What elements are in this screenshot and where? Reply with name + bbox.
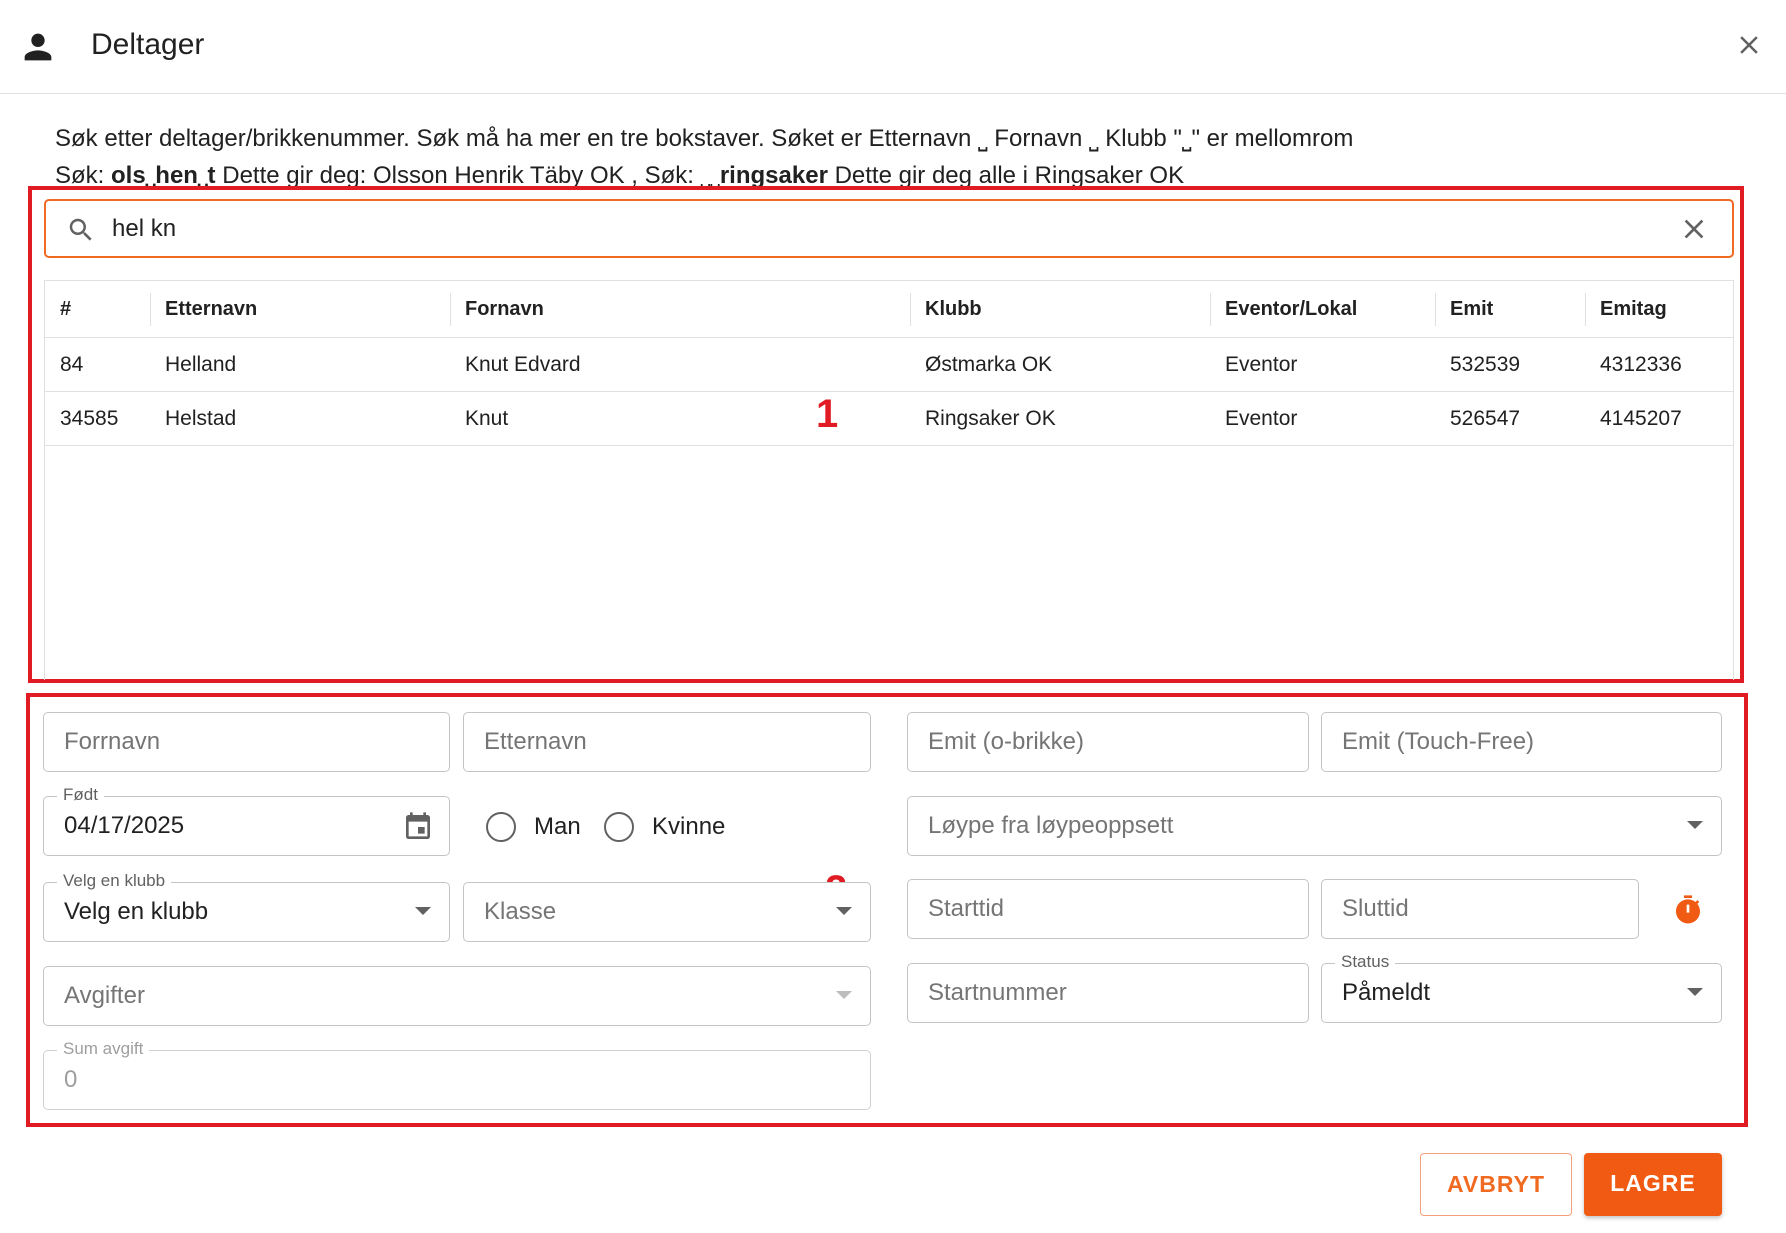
sluttid-placeholder: Sluttid: [1342, 895, 1409, 922]
club-label: Velg en klubb: [57, 871, 172, 891]
search-input[interactable]: [112, 213, 1612, 245]
radio-label-kvinne: Kvinne: [652, 813, 726, 840]
dialog-title: Deltager: [91, 28, 205, 61]
chevron-down-icon: [836, 991, 852, 999]
etternavn-field[interactable]: Etternavn: [463, 712, 871, 772]
radio-label-man: Man: [534, 813, 581, 840]
calendar-icon[interactable]: [402, 811, 434, 843]
sum-avgift-label: Sum avgift: [57, 1039, 150, 1059]
cell-emit: 526547: [1450, 407, 1521, 430]
table-row[interactable]: 84 Helland Knut Edvard Østmarka OK Event…: [45, 338, 1733, 392]
startnummer-field[interactable]: Startnummer: [907, 963, 1309, 1023]
avgifter-select[interactable]: Avgifter: [43, 966, 871, 1026]
chevron-down-icon: [415, 907, 431, 915]
fodt-label: Født: [57, 785, 104, 805]
cell-klubb: Østmarka OK: [925, 353, 1053, 376]
chevron-down-icon: [1687, 821, 1703, 829]
cell-number: 34585: [60, 407, 119, 430]
cell-emitag: 4145207: [1600, 407, 1682, 430]
table-header: # Etternavn Fornavn Klubb Eventor/Lokal …: [45, 281, 1733, 338]
help-example-1: ols⎵hen⎵t: [111, 162, 216, 189]
column-header[interactable]: Eventor/Lokal: [1210, 281, 1357, 338]
club-value: Velg en klubb: [64, 898, 209, 925]
loype-placeholder: Løype fra løypeoppsett: [928, 812, 1174, 839]
dialog-header: Deltager: [0, 0, 1786, 94]
emit-placeholder: Emit (o-brikke): [928, 728, 1085, 755]
cell-klubb: Ringsaker OK: [925, 407, 1056, 430]
cell-etternavn: Helstad: [165, 407, 237, 430]
emit-touchfree-placeholder: Emit (Touch-Free): [1342, 728, 1535, 755]
chevron-down-icon: [1687, 988, 1703, 996]
sluttid-field[interactable]: Sluttid: [1321, 879, 1639, 939]
search-field[interactable]: [44, 199, 1734, 258]
help-mid: Dette gir deg: Olsson Henrik Täby OK , S…: [215, 162, 720, 189]
search-help-text: Søk etter deltager/brikkenummer. Søk må …: [55, 120, 1353, 194]
gender-man-radio[interactable]: Man: [486, 810, 581, 844]
help-suffix: Dette gir deg alle i Ringsaker OK: [827, 162, 1185, 189]
startnummer-placeholder: Startnummer: [928, 979, 1067, 1006]
emit-field[interactable]: Emit (o-brikke): [907, 712, 1309, 772]
cell-number: 84: [60, 353, 84, 376]
klasse-select[interactable]: Klasse: [463, 882, 871, 942]
radio-circle[interactable]: [486, 812, 516, 842]
fodt-date-field[interactable]: Født 04/17/2025: [43, 785, 450, 856]
fodt-value: 04/17/2025: [64, 812, 185, 839]
fornavn-field[interactable]: Forrnavn: [43, 712, 450, 772]
cell-fornavn: Knut: [465, 407, 509, 430]
chevron-down-icon: [836, 907, 852, 915]
etternavn-placeholder: Etternavn: [484, 728, 587, 755]
timer-icon[interactable]: [1672, 893, 1704, 927]
fornavn-placeholder: Forrnavn: [64, 728, 161, 755]
gender-kvinne-radio[interactable]: Kvinne: [604, 810, 725, 844]
klasse-placeholder: Klasse: [484, 898, 557, 925]
column-header[interactable]: Emitag: [1585, 281, 1667, 338]
cancel-button[interactable]: AVBRYT: [1420, 1153, 1572, 1216]
status-value: Påmeldt: [1342, 979, 1431, 1006]
sum-avgift-field: Sum avgift 0: [43, 1039, 871, 1110]
sum-avgift-value: 0: [64, 1066, 78, 1093]
help-prefix: Søk:: [55, 162, 112, 189]
starttid-field[interactable]: Starttid: [907, 879, 1309, 939]
clear-icon[interactable]: [1678, 213, 1710, 245]
results-table: # Etternavn Fornavn Klubb Eventor/Lokal …: [44, 280, 1734, 680]
column-header[interactable]: Fornavn: [450, 281, 544, 338]
column-header[interactable]: Klubb: [910, 281, 982, 338]
cell-eventor-lokal: Eventor: [1225, 407, 1298, 430]
column-header[interactable]: Etternavn: [150, 281, 257, 338]
help-line-1: Søk etter deltager/brikkenummer. Søk må …: [55, 125, 1354, 152]
avgifter-placeholder: Avgifter: [64, 982, 145, 1009]
status-select[interactable]: Status Påmeldt: [1321, 952, 1722, 1023]
cell-etternavn: Helland: [165, 353, 237, 376]
close-icon[interactable]: [1734, 30, 1764, 60]
radio-circle[interactable]: [604, 812, 634, 842]
cell-emit: 532539: [1450, 353, 1521, 376]
emit-touchfree-field[interactable]: Emit (Touch-Free): [1321, 712, 1722, 772]
cell-fornavn: Knut Edvard: [465, 353, 581, 376]
starttid-placeholder: Starttid: [928, 895, 1005, 922]
cell-eventor-lokal: Eventor: [1225, 353, 1298, 376]
help-example-2: ringsaker: [719, 162, 828, 189]
save-button[interactable]: LAGRE: [1584, 1153, 1722, 1216]
search-icon: [69, 218, 92, 241]
status-label: Status: [1335, 952, 1396, 972]
cell-emitag: 4312336: [1600, 353, 1682, 376]
column-header[interactable]: Emit: [1435, 281, 1493, 338]
loype-select[interactable]: Løype fra løypeoppsett: [907, 796, 1722, 856]
table-row[interactable]: 34585 Helstad Knut Ringsaker OK Eventor …: [45, 392, 1733, 446]
club-select[interactable]: Velg en klubb Velg en klubb: [43, 871, 450, 942]
person-icon: [24, 33, 52, 61]
column-header[interactable]: #: [60, 281, 71, 338]
